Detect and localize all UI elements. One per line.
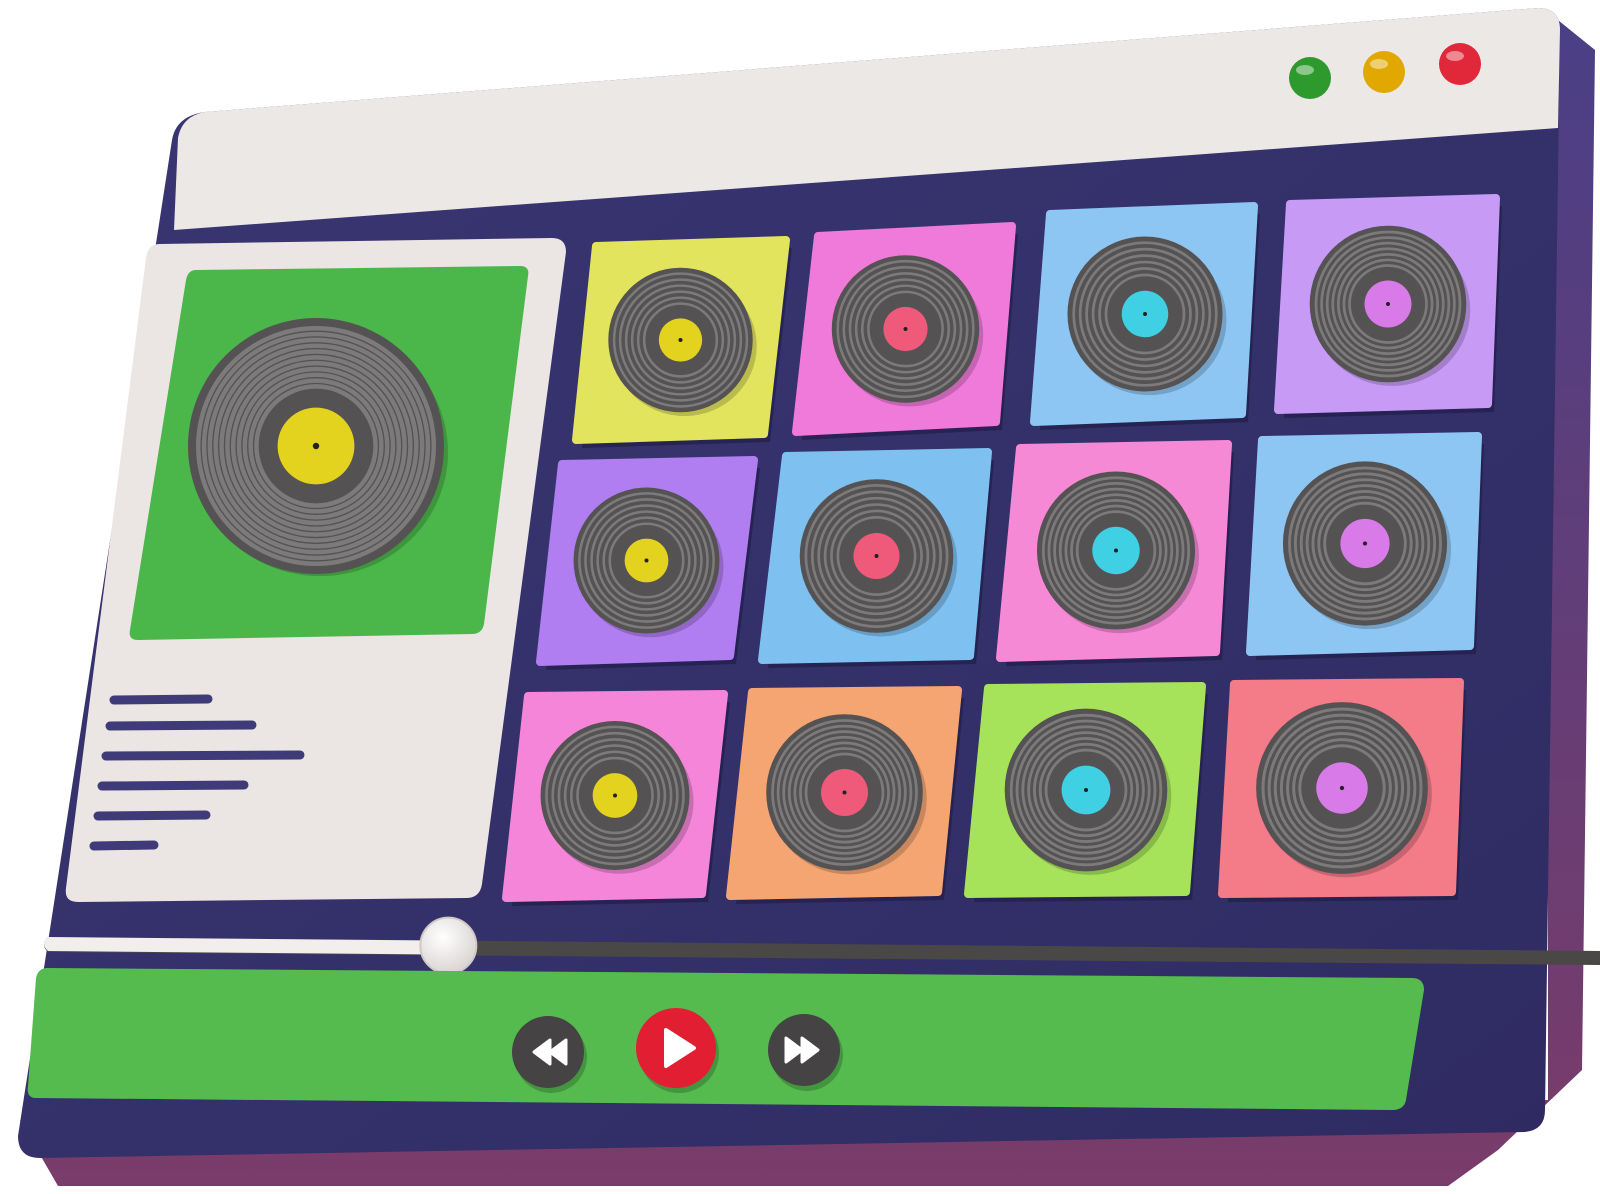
album-tile[interactable]: [726, 686, 964, 904]
vinyl-label: [1061, 765, 1111, 815]
album-tile[interactable]: [792, 222, 1018, 440]
album-tile[interactable]: [996, 440, 1234, 666]
album-tile[interactable]: [758, 448, 994, 668]
progress-knob[interactable]: [419, 916, 478, 975]
vinyl-label: [821, 769, 868, 816]
album-tile[interactable]: [1274, 194, 1502, 418]
vinyl-label: [1364, 280, 1412, 328]
controls-bar: [27, 968, 1425, 1110]
album-tile[interactable]: [572, 236, 792, 448]
album-tile[interactable]: [502, 690, 730, 906]
info-line: [93, 810, 211, 821]
album-tile[interactable]: [1030, 202, 1260, 430]
info-line: [97, 780, 249, 791]
info-line: [89, 840, 159, 851]
vinyl-label: [883, 306, 928, 352]
close-button[interactable]: [1439, 43, 1481, 85]
vinyl-label: [592, 773, 638, 818]
vinyl-label: [1121, 290, 1169, 338]
album-tile[interactable]: [536, 456, 760, 670]
info-line: [109, 694, 213, 705]
music-player-window: [0, 0, 1600, 1194]
album-tile[interactable]: [1246, 432, 1484, 660]
vinyl-label: [1092, 526, 1140, 575]
vinyl-label: [1316, 762, 1368, 814]
minimize-button[interactable]: [1363, 51, 1405, 93]
maximize-button[interactable]: [1289, 57, 1331, 99]
album-tile[interactable]: [964, 682, 1208, 902]
info-line: [105, 720, 257, 731]
album-tile[interactable]: [1218, 678, 1466, 902]
vinyl-label: [1340, 518, 1390, 569]
vinyl-label: [658, 318, 703, 362]
vinyl-label: [853, 532, 900, 580]
vinyl-label: [624, 538, 669, 583]
vinyl-label: [277, 407, 355, 485]
info-line: [101, 750, 305, 761]
